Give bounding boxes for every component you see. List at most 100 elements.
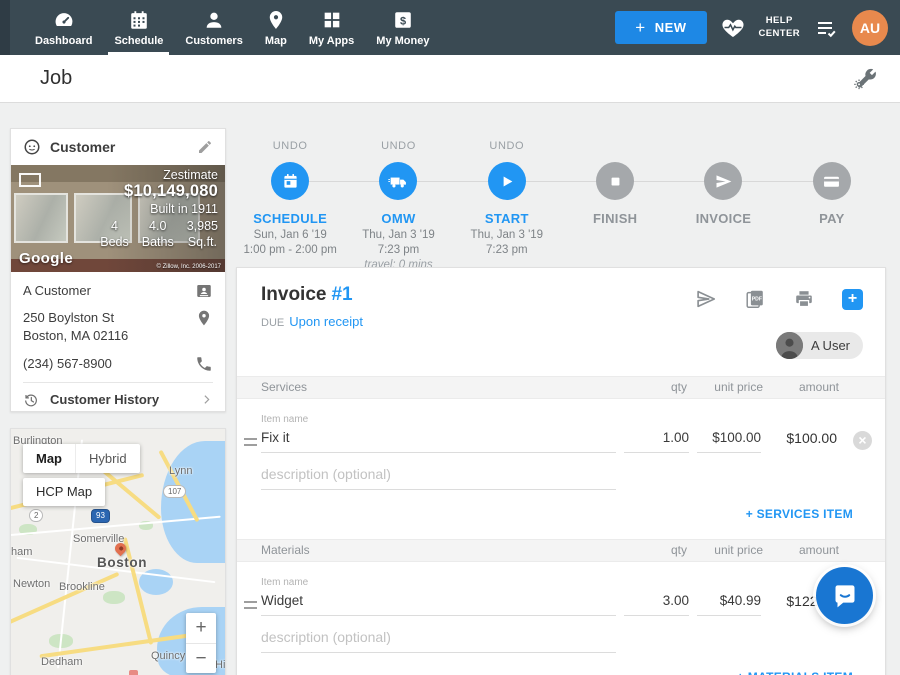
nav-label: My Money <box>376 35 429 47</box>
nav-item-customers[interactable]: Customers <box>174 0 253 55</box>
nav-label: Schedule <box>114 35 163 47</box>
material-description-input[interactable] <box>261 625 616 653</box>
map-card[interactable]: Burlington Lynn 107 93 2 Somerville ham … <box>10 428 226 675</box>
page-title: Job <box>40 67 72 90</box>
checklist-icon[interactable] <box>814 16 838 40</box>
step-pay: PAY <box>778 128 886 266</box>
customer-card-title: Customer <box>50 139 115 155</box>
assignee-avatar-icon <box>776 332 803 359</box>
materials-section-label: Materials <box>261 543 310 557</box>
assignee-name: A User <box>811 338 850 353</box>
customer-info: A Customer 250 Boylston StBoston, MA 021… <box>11 272 225 373</box>
step-finish: FINISH <box>561 128 669 266</box>
service-line-item: Item name $100.00 <box>237 399 885 505</box>
service-unit-price-input[interactable] <box>697 425 761 453</box>
pdf-icon[interactable]: PDF <box>744 288 766 310</box>
invoice-title-text: Invoice <box>261 284 326 305</box>
undo-spacer <box>669 140 777 156</box>
amount-column-header: amount <box>799 377 839 398</box>
undo-omw-button[interactable]: UNDO <box>344 140 452 156</box>
undo-spacer <box>778 140 886 156</box>
contact-card-icon[interactable] <box>195 282 213 300</box>
customer-address-row: 250 Boylston StBoston, MA 02116 <box>23 309 213 345</box>
nav-item-map[interactable]: Map <box>254 0 298 55</box>
finish-step-button[interactable] <box>596 162 634 200</box>
map-park <box>103 591 125 604</box>
invoice-actions: PDF <box>695 288 863 310</box>
drag-handle[interactable] <box>244 438 257 446</box>
zoom-out-button[interactable]: − <box>186 643 216 673</box>
phone-icon[interactable] <box>195 355 213 373</box>
delete-service-item-button[interactable] <box>853 431 872 450</box>
heart-pulse-icon[interactable] <box>721 16 745 40</box>
drag-handle[interactable] <box>244 601 257 609</box>
plus-icon: + <box>635 18 645 38</box>
assignee-pill[interactable]: A User <box>776 332 863 359</box>
material-qty-input[interactable] <box>624 588 689 616</box>
dashboard-icon <box>53 9 75 31</box>
beds-stat: 4Beds <box>100 218 129 251</box>
map-road <box>57 440 83 669</box>
top-navbar: Dashboard Schedule Customers Map My Apps… <box>0 0 900 55</box>
nav-item-my-apps[interactable]: My Apps <box>298 0 365 55</box>
history-icon <box>23 392 39 408</box>
material-line-item: Item name $122.97 <box>237 562 885 668</box>
add-invoice-button[interactable] <box>842 289 863 310</box>
svg-text:$: $ <box>400 15 406 27</box>
add-services-item-link[interactable]: + SERVICES ITEM <box>237 505 885 539</box>
nav-item-my-money[interactable]: $ My Money <box>365 0 440 55</box>
map-water <box>161 441 226 563</box>
material-unit-price-input[interactable] <box>697 588 761 616</box>
job-tools-icon[interactable] <box>853 66 878 91</box>
user-avatar[interactable]: AU <box>852 10 888 46</box>
customer-address: 250 Boylston StBoston, MA 02116 <box>23 309 128 345</box>
chevron-right-icon <box>200 393 213 406</box>
step-date: Thu, Jan 3 '19 <box>344 229 452 241</box>
item-name-label: Item name <box>261 577 308 588</box>
customer-name-row: A Customer <box>23 282 213 300</box>
step-date: Sun, Jan 6 '19 <box>236 229 344 241</box>
customer-history-row[interactable]: Customer History <box>11 383 225 417</box>
start-step-button[interactable] <box>488 162 526 200</box>
chat-launcher-button[interactable] <box>816 567 873 624</box>
unit-price-column-header: unit price <box>714 377 763 398</box>
nav-item-dashboard[interactable]: Dashboard <box>24 0 103 55</box>
qty-column-header: qty <box>671 540 687 561</box>
play-icon <box>496 171 517 192</box>
add-materials-item-link[interactable]: + MATERIALS ITEM <box>237 668 885 675</box>
nav-right: + NEW HELP CENTER AU <box>615 0 900 55</box>
service-name-input[interactable] <box>261 425 616 453</box>
streetview-icon[interactable] <box>19 173 41 187</box>
edit-pencil-icon[interactable] <box>197 139 213 155</box>
hybrid-button[interactable]: Hybrid <box>75 444 140 473</box>
print-icon[interactable] <box>793 288 815 310</box>
map-label-boston: Boston <box>97 555 147 570</box>
map-button[interactable]: Map <box>23 444 75 473</box>
service-qty-input[interactable] <box>624 425 689 453</box>
service-description-input[interactable] <box>261 462 616 490</box>
material-name-input[interactable] <box>261 588 616 616</box>
send-invoice-icon[interactable] <box>695 288 717 310</box>
location-pin-icon[interactable] <box>195 309 213 327</box>
job-workflow-steps: UNDO SCHEDULE Sun, Jan 6 '19 1:00 pm - 2… <box>236 128 886 266</box>
zillow-attribution: © Zillow, Inc. 2006-2017 <box>157 264 221 270</box>
undo-schedule-button[interactable]: UNDO <box>236 140 344 156</box>
step-date: Thu, Jan 3 '19 <box>453 229 561 241</box>
customer-name: A Customer <box>23 282 91 300</box>
undo-start-button[interactable]: UNDO <box>453 140 561 156</box>
schedule-step-button[interactable] <box>271 162 309 200</box>
invoice-number[interactable]: #1 <box>331 284 352 305</box>
new-button[interactable]: + NEW <box>615 11 706 44</box>
services-section-header: Services qty unit price amount <box>237 376 885 399</box>
invoice-step-button[interactable] <box>704 162 742 200</box>
hcp-map-button[interactable]: HCP Map <box>23 478 105 506</box>
help-center-link[interactable]: HELP CENTER <box>759 15 800 40</box>
step-time: 7:23 pm <box>344 244 452 256</box>
zoom-in-button[interactable]: + <box>186 613 216 643</box>
due-value-link[interactable]: Upon receipt <box>289 314 363 329</box>
customer-card-header: Customer <box>11 129 225 165</box>
pay-step-button[interactable] <box>813 162 851 200</box>
omw-step-button[interactable] <box>379 162 417 200</box>
nav-item-schedule[interactable]: Schedule <box>103 0 174 55</box>
invoice-header: Invoice#1 DUEUpon receipt PDF A User <box>237 268 885 376</box>
